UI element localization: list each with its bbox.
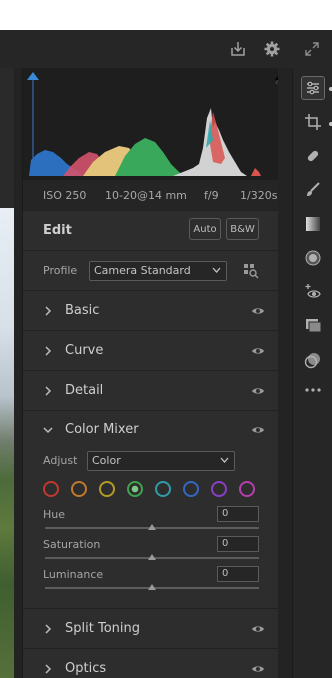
presets-icon[interactable] (301, 314, 325, 338)
profile-select[interactable]: Camera Standard (89, 261, 227, 281)
color-swatch[interactable] (99, 481, 115, 497)
adjust-select[interactable]: Color (87, 451, 235, 471)
gear-icon[interactable] (261, 38, 283, 60)
profile-label: Profile (43, 264, 78, 277)
edit-title: Edit (43, 223, 72, 238)
aperture-value: f/9 (204, 189, 219, 202)
histogram (23, 68, 291, 180)
color-swatch[interactable] (211, 481, 227, 497)
color-swatch[interactable] (239, 481, 255, 497)
profile-value: Camera Standard (94, 264, 191, 277)
adjust-value: Color (92, 454, 121, 467)
tool-strip (292, 68, 332, 678)
chevron-right-icon (45, 346, 52, 356)
redeye-icon[interactable] (301, 280, 325, 304)
saturation-slider-thumb[interactable] (148, 554, 156, 560)
photo-preview (0, 208, 14, 678)
section-split-toning-title: Split Toning (65, 621, 140, 636)
chevron-right-icon (45, 386, 52, 396)
color-swatch[interactable] (183, 481, 199, 497)
profile-browser-icon[interactable] (243, 263, 259, 279)
chevron-right-icon (45, 624, 52, 634)
saturation-label: Saturation (43, 538, 101, 551)
expand-icon[interactable] (301, 38, 323, 60)
chevron-down-icon (212, 267, 221, 273)
section-detail-title: Detail (65, 383, 104, 398)
bw-button[interactable]: B&W (226, 218, 259, 240)
section-basic[interactable]: Basic (23, 290, 279, 330)
header-bar (0, 30, 332, 68)
gradient-icon[interactable] (301, 212, 325, 236)
section-split-toning[interactable]: Split Toning (23, 608, 279, 648)
section-optics[interactable]: Optics (23, 648, 279, 678)
export-icon[interactable] (227, 38, 249, 60)
lens-value: 10-20@14 mm (105, 189, 187, 202)
hue-value-field[interactable]: 0 (217, 506, 259, 522)
section-color-mixer-title: Color Mixer (65, 422, 139, 437)
color-swatch[interactable] (43, 481, 59, 497)
eye-icon[interactable] (251, 664, 265, 674)
edit-panel: ISO 250 10-20@14 mm f/9 1/320s Edit Auto… (22, 68, 291, 678)
camera-raw-window: ISO 250 10-20@14 mm f/9 1/320s Edit Auto… (0, 0, 332, 678)
section-optics-title: Optics (65, 661, 107, 676)
edit-sliders-icon[interactable] (301, 76, 325, 100)
top-margin (0, 0, 332, 30)
saturation-value-field[interactable]: 0 (217, 536, 259, 552)
section-color-mixer: Color Mixer Adjust Color Hue 0 Saturatio… (23, 410, 279, 608)
brush-icon[interactable] (301, 178, 325, 202)
snapshots-icon[interactable] (301, 348, 325, 372)
chevron-down-icon (43, 427, 53, 434)
section-curve[interactable]: Curve (23, 330, 279, 370)
panel-scrollbar[interactable] (278, 68, 292, 678)
edit-header: Edit Auto B&W (23, 210, 279, 250)
section-detail[interactable]: Detail (23, 370, 279, 410)
more-icon[interactable] (301, 378, 325, 402)
chevron-right-icon (45, 306, 52, 316)
shutter-value: 1/320s (240, 189, 278, 202)
chevron-right-icon (45, 664, 52, 674)
luminance-value-field[interactable]: 0 (217, 566, 259, 582)
eye-icon[interactable] (251, 306, 265, 316)
color-swatch[interactable] (71, 481, 87, 497)
iso-value: ISO 250 (43, 189, 87, 202)
histogram-graph (27, 72, 287, 176)
adjust-label: Adjust (43, 454, 78, 467)
eye-icon[interactable] (251, 425, 265, 435)
hue-label: Hue (43, 508, 66, 521)
eye-icon[interactable] (251, 624, 265, 634)
hue-slider-thumb[interactable] (148, 524, 156, 530)
luminance-slider-thumb[interactable] (148, 584, 156, 590)
eye-icon[interactable] (251, 346, 265, 356)
healing-icon[interactable] (301, 144, 325, 168)
shadow-clipping-toggle[interactable] (27, 72, 39, 80)
luminance-label: Luminance (43, 568, 104, 581)
color-swatch[interactable] (127, 481, 143, 497)
canvas-edge (14, 68, 22, 678)
eye-icon[interactable] (251, 386, 265, 396)
exif-info: ISO 250 10-20@14 mm f/9 1/320s (23, 180, 279, 210)
section-basic-title: Basic (65, 303, 100, 318)
radial-icon[interactable] (301, 246, 325, 270)
section-curve-title: Curve (65, 343, 104, 358)
auto-button[interactable]: Auto (189, 218, 221, 240)
crop-icon[interactable] (301, 110, 325, 134)
profile-row: Profile Camera Standard (23, 250, 279, 290)
color-mixer-header[interactable]: Color Mixer (23, 411, 279, 449)
color-swatch[interactable] (155, 481, 171, 497)
chevron-down-icon (220, 457, 229, 463)
